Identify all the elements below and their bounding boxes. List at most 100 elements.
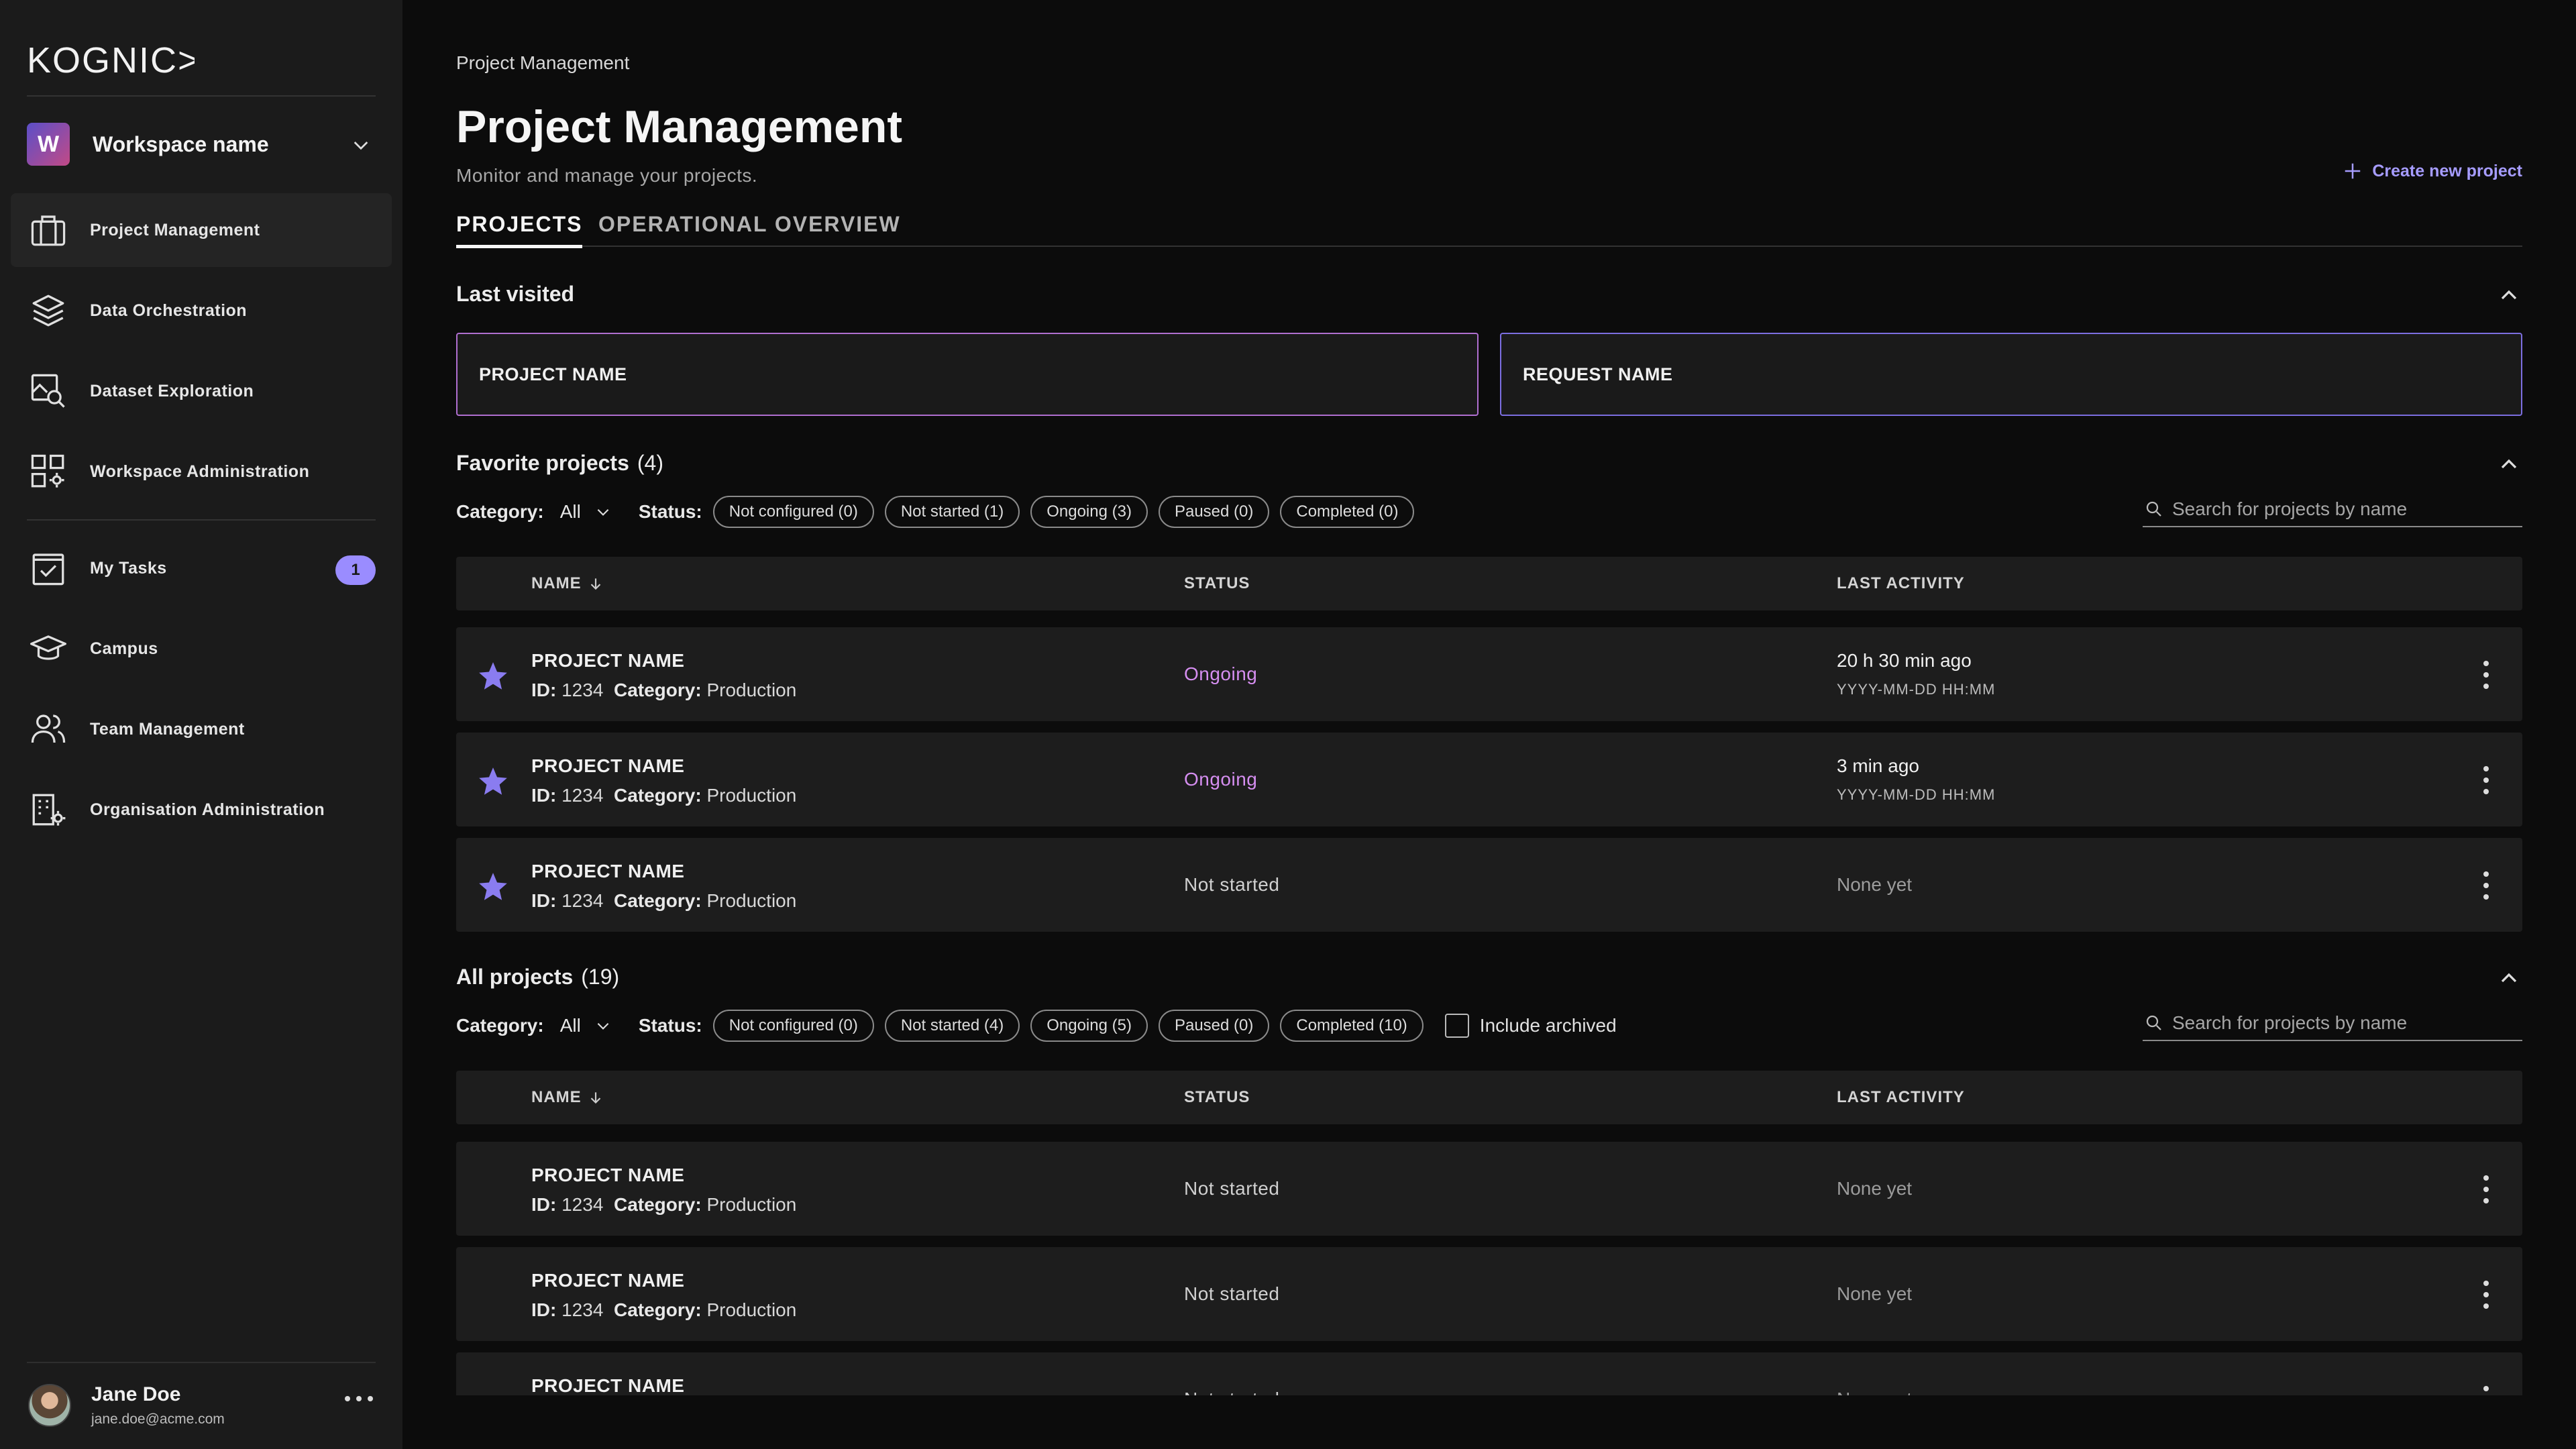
sidebar-item-project-management[interactable]: Project Management — [11, 193, 392, 267]
search-input[interactable] — [2172, 1012, 2521, 1034]
chevron-down-icon[interactable] — [594, 1017, 612, 1034]
table-row[interactable]: PROJECT NAME Not started None yet — [456, 1352, 2522, 1395]
project-name: PROJECT NAME — [531, 1375, 685, 1395]
category-filter-value[interactable]: All — [560, 1015, 581, 1036]
project-id: 1234 — [561, 785, 604, 806]
project-category: Production — [706, 680, 797, 700]
favorites-filter-bar: Category: All Status: Not configured (0)… — [456, 495, 2522, 529]
status-chip-ongoing[interactable]: Ongoing (3) — [1030, 496, 1148, 528]
last-activity: None yet — [1837, 1389, 1912, 1395]
table-row[interactable]: PROJECT NAME ID: 1234 Category: Producti… — [456, 627, 2522, 721]
page-subtitle: Monitor and manage your projects. — [456, 165, 758, 186]
status-chip-not-configured[interactable]: Not configured (0) — [712, 496, 874, 528]
logo-text: KOGNIC> — [27, 40, 195, 78]
table-row[interactable]: PROJECT NAME ID: 1234 Category: Producti… — [456, 1142, 2522, 1236]
sidebar-divider — [27, 95, 376, 97]
more-horizontal-icon[interactable] — [342, 1389, 376, 1409]
user-profile[interactable]: Jane Doe jane.doe@acme.com — [11, 1362, 392, 1449]
sidebar-item-dataset-exploration[interactable]: Dataset Exploration — [11, 354, 392, 428]
workspace-switcher[interactable]: W Workspace name — [11, 118, 392, 170]
user-name: Jane Doe — [91, 1383, 181, 1405]
project-id: 1234 — [561, 1194, 604, 1215]
building-gear-icon — [28, 790, 68, 830]
sidebar-item-my-tasks[interactable]: My Tasks 1 — [11, 531, 392, 605]
status-chip-completed[interactable]: Completed (10) — [1280, 1010, 1424, 1042]
status-chip-not-configured[interactable]: Not configured (0) — [712, 1010, 874, 1042]
last-activity: None yet — [1837, 1283, 1913, 1304]
chevron-up-icon[interactable] — [2496, 282, 2522, 309]
table-row[interactable]: PROJECT NAME ID: 1234 Category: Producti… — [456, 1247, 2522, 1341]
kognic-logo[interactable]: KOGNIC> — [27, 40, 195, 78]
create-project-label: Create new project — [2372, 161, 2522, 180]
chevron-up-icon[interactable] — [2496, 451, 2522, 478]
category-label: Category: — [613, 1194, 702, 1215]
last-activity: 3 min ago — [1837, 755, 1919, 776]
more-vertical-icon[interactable] — [2479, 869, 2493, 902]
project-category: Production — [706, 890, 797, 911]
last-activity: 20 h 30 min ago — [1837, 650, 1972, 671]
status-chip-paused[interactable]: Paused (0) — [1158, 1010, 1270, 1042]
status-chip-completed[interactable]: Completed (0) — [1280, 496, 1415, 528]
sidebar-item-label: Project Management — [90, 220, 260, 239]
project-name: PROJECT NAME — [531, 755, 685, 776]
breadcrumb[interactable]: Project Management — [456, 52, 629, 74]
more-vertical-icon[interactable] — [2479, 763, 2493, 797]
table-row[interactable]: PROJECT NAME ID: 1234 Category: Producti… — [456, 838, 2522, 932]
tab-operational-overview[interactable]: OPERATIONAL OVERVIEW — [598, 212, 901, 245]
star-filled-icon[interactable] — [476, 659, 510, 693]
project-category: Production — [706, 1194, 797, 1215]
include-archived-label[interactable]: Include archived — [1480, 1015, 1617, 1036]
project-meta: ID: 1234 Category: Production — [531, 680, 796, 701]
column-header-label: NAME — [531, 574, 582, 592]
task-count-badge: 1 — [335, 555, 376, 585]
project-meta: ID: 1234 Category: Production — [531, 1194, 796, 1216]
include-archived-checkbox[interactable] — [1444, 1014, 1469, 1038]
tab-bar: PROJECTS OPERATIONAL OVERVIEW — [456, 208, 2522, 248]
status-chip-ongoing[interactable]: Ongoing (5) — [1030, 1010, 1148, 1042]
sidebar-item-label: Campus — [90, 639, 158, 658]
sidebar-item-label: Team Management — [90, 719, 245, 739]
star-filled-icon[interactable] — [476, 870, 510, 904]
status-chip-not-started[interactable]: Not started (1) — [884, 496, 1020, 528]
search-input[interactable] — [2172, 498, 2521, 520]
column-header-name[interactable]: NAME — [531, 574, 604, 593]
status-chip-not-started[interactable]: Not started (4) — [884, 1010, 1020, 1042]
status-filter-label: Status: — [638, 501, 702, 522]
project-name: PROJECT NAME — [531, 1165, 685, 1185]
more-vertical-icon[interactable] — [2479, 1173, 2493, 1206]
tab-projects[interactable]: PROJECTS — [456, 212, 583, 248]
arrow-down-icon — [590, 578, 600, 590]
more-vertical-icon[interactable] — [2479, 1278, 2493, 1311]
chevron-down-icon[interactable] — [594, 503, 612, 521]
project-name: PROJECT NAME — [531, 650, 685, 671]
column-header-name[interactable]: NAME — [531, 1088, 604, 1107]
project-name: PROJECT NAME — [531, 1270, 685, 1291]
more-vertical-icon[interactable] — [2479, 658, 2493, 692]
id-label: ID: — [531, 890, 557, 911]
chevron-up-icon[interactable] — [2496, 965, 2522, 991]
project-status: Not started — [1184, 1283, 1280, 1304]
more-vertical-icon[interactable] — [2479, 1383, 2493, 1395]
sidebar-item-label: My Tasks — [90, 558, 167, 578]
create-project-button[interactable]: Create new project — [2343, 161, 2522, 181]
star-filled-icon[interactable] — [476, 765, 510, 798]
project-meta: ID: 1234 Category: Production — [531, 1299, 796, 1321]
last-visited-project-card[interactable]: PROJECT NAME — [456, 333, 1479, 416]
layers-icon — [28, 290, 68, 331]
search-icon — [2146, 501, 2161, 517]
sidebar-item-label: Dataset Exploration — [90, 381, 254, 400]
table-row[interactable]: PROJECT NAME ID: 1234 Category: Producti… — [456, 733, 2522, 826]
sidebar-item-workspace-administration[interactable]: Workspace Administration — [11, 435, 392, 508]
workspace-avatar: W — [27, 123, 70, 166]
sidebar-item-data-orchestration[interactable]: Data Orchestration — [11, 274, 392, 347]
favorite-projects-title: Favorite projects (4) — [456, 451, 663, 476]
sidebar-item-campus[interactable]: Campus — [11, 612, 392, 686]
all-projects-search — [2143, 1006, 2522, 1041]
category-filter-value[interactable]: All — [560, 501, 581, 523]
status-chip-paused[interactable]: Paused (0) — [1158, 496, 1270, 528]
category-label: Category: — [613, 890, 702, 911]
sidebar-item-team-management[interactable]: Team Management — [11, 692, 392, 766]
sidebar-item-organisation-administration[interactable]: Organisation Administration — [11, 773, 392, 847]
last-visited-request-card[interactable]: REQUEST NAME — [1500, 333, 2522, 416]
last-activity: None yet — [1837, 1178, 1913, 1199]
